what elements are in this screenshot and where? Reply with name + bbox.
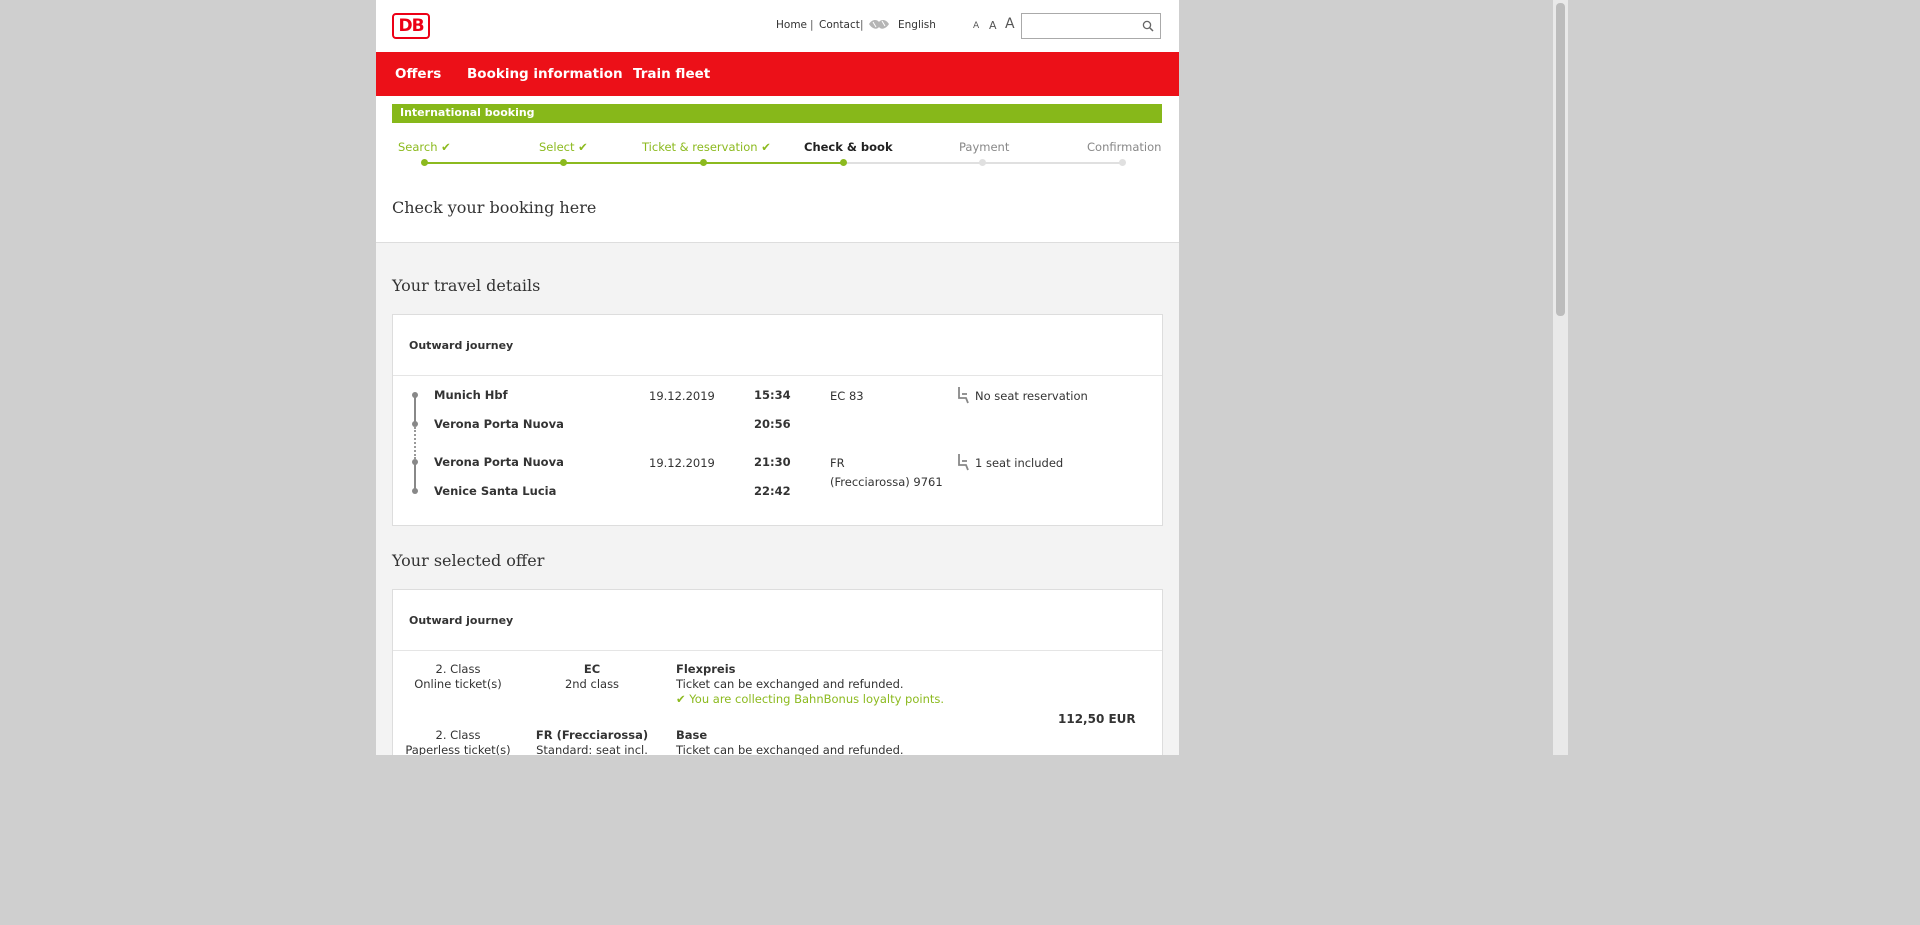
db-logo[interactable]: DB	[392, 13, 430, 39]
step-label: Search	[398, 140, 438, 154]
font-size-medium[interactable]: A	[989, 19, 997, 32]
leg-1-to: Verona Porta Nuova	[434, 417, 564, 431]
leg-2-to: Venice Santa Lucia	[434, 484, 557, 498]
offer-2-ticket-type: Paperless ticket(s)	[405, 743, 511, 755]
leg-1-date: 19.12.2019	[649, 389, 715, 403]
nav-item-booking-information[interactable]: Booking information	[467, 66, 623, 82]
vertical-scrollbar[interactable]	[1553, 0, 1568, 755]
step-search[interactable]: Search ✔	[398, 140, 451, 154]
timeline-dot	[412, 459, 418, 465]
leg-2-seat-info: 1 seat included	[975, 456, 1064, 470]
top-header: DB Home | Contact | English A A A	[376, 0, 1179, 52]
search-icon[interactable]	[1142, 20, 1154, 32]
seat-icon	[958, 454, 969, 471]
booking-bar-title: International booking	[392, 104, 1162, 123]
step-dot	[421, 159, 428, 166]
card-title: Outward journey	[409, 614, 514, 627]
step-dot	[840, 159, 847, 166]
checkmark-icon: ✔	[578, 140, 588, 154]
travel-details-heading: Your travel details	[392, 276, 541, 295]
font-size-small[interactable]: A	[973, 21, 979, 31]
search-input[interactable]	[1021, 13, 1161, 39]
offer-1-train: EC	[583, 662, 601, 676]
card-title: Outward journey	[409, 339, 514, 352]
step-confirmation: Confirmation	[1087, 140, 1162, 154]
leg-2-arrival: 22:42	[754, 484, 791, 498]
step-select[interactable]: Select ✔	[539, 140, 588, 154]
leg-2-date: 19.12.2019	[649, 456, 715, 470]
step-label: Select	[539, 140, 575, 154]
step-check-book: Check & book	[804, 140, 893, 154]
page-container: DB Home | Contact | English A A A Offers…	[376, 0, 1179, 755]
checkmark-icon: ✔	[441, 140, 451, 154]
offer-2-fare: Base	[676, 728, 708, 742]
step-dot	[979, 159, 986, 166]
page-title: Check your booking here	[392, 198, 597, 217]
offer-2-train-class: Standard: seat incl.	[536, 743, 648, 755]
offer-1-ticket-type: Online ticket(s)	[414, 677, 502, 691]
leg-2-train: FR	[830, 456, 845, 470]
language-link[interactable]: English	[898, 19, 936, 31]
link-separator: |	[860, 19, 864, 31]
divider	[393, 650, 1162, 651]
transfer-line	[414, 427, 416, 459]
offer-1-train-class: 2nd class	[564, 677, 620, 691]
scrollbar-thumb[interactable]	[1556, 3, 1565, 316]
home-link[interactable]: Home	[776, 19, 807, 31]
globe-icon[interactable]	[868, 18, 890, 32]
bonus-notice: ✔ You are collecting BahnBonus loyalty p…	[676, 692, 944, 706]
font-size-large[interactable]: A	[1005, 16, 1015, 32]
nav-item-offers[interactable]: Offers	[395, 66, 441, 82]
link-separator: |	[810, 19, 814, 31]
selected-offer-card: Outward journey 2. Class Online ticket(s…	[392, 589, 1163, 755]
checkmark-icon: ✔	[761, 140, 771, 154]
step-label: Ticket & reservation	[642, 140, 758, 154]
leg-2-from: Verona Porta Nuova	[434, 455, 564, 469]
offer-1-class: 2. Class	[435, 662, 481, 676]
offer-1-fare: Flexpreis	[676, 662, 736, 676]
seat-icon	[958, 387, 969, 404]
travel-details-card: Outward journey Munich Hbf Verona Porta …	[392, 314, 1163, 526]
timeline-line	[414, 462, 416, 490]
offer-2-class: 2. Class	[435, 728, 481, 742]
checkmark-icon: ✔	[676, 692, 686, 706]
leg-1-departure: 15:34	[754, 388, 791, 402]
leg-1-seat-info: No seat reservation	[975, 389, 1088, 403]
leg-2-train-name: (Frecciarossa) 9761	[830, 475, 943, 489]
timeline-dot	[412, 392, 418, 398]
timeline-dot	[412, 488, 418, 494]
progress-steps: Search ✔ Select ✔ Ticket & reservation ✔…	[376, 136, 1179, 166]
step-dot	[700, 159, 707, 166]
leg-1-train: EC 83	[830, 389, 864, 403]
leg-1-from: Munich Hbf	[434, 388, 508, 402]
nav-item-train-fleet[interactable]: Train fleet	[633, 66, 710, 82]
step-ticket-reservation[interactable]: Ticket & reservation ✔	[642, 140, 771, 154]
timeline-line	[414, 395, 416, 423]
booking-progress-panel: International booking Search ✔ Select ✔ …	[376, 96, 1179, 243]
divider	[393, 375, 1162, 376]
main-nav: Offers Booking information Train fleet	[376, 52, 1179, 96]
bonus-text: You are collecting BahnBonus loyalty poi…	[689, 692, 945, 706]
step-payment: Payment	[959, 140, 1010, 154]
offer-1-fare-desc: Ticket can be exchanged and refunded.	[676, 677, 904, 691]
offer-2-fare-desc: Ticket can be exchanged and refunded.	[676, 743, 904, 755]
step-dot	[560, 159, 567, 166]
leg-1-arrival: 20:56	[754, 417, 791, 431]
logo-text: DB	[398, 16, 424, 36]
step-dot	[1119, 159, 1126, 166]
offer-price: 112,50 EUR	[1058, 712, 1136, 726]
offer-2-train: FR (Frecciarossa)	[535, 728, 649, 742]
progress-track-done	[424, 162, 843, 164]
selected-offer-heading: Your selected offer	[392, 551, 545, 570]
leg-2-departure: 21:30	[754, 455, 791, 469]
contact-link[interactable]: Contact	[819, 19, 860, 31]
